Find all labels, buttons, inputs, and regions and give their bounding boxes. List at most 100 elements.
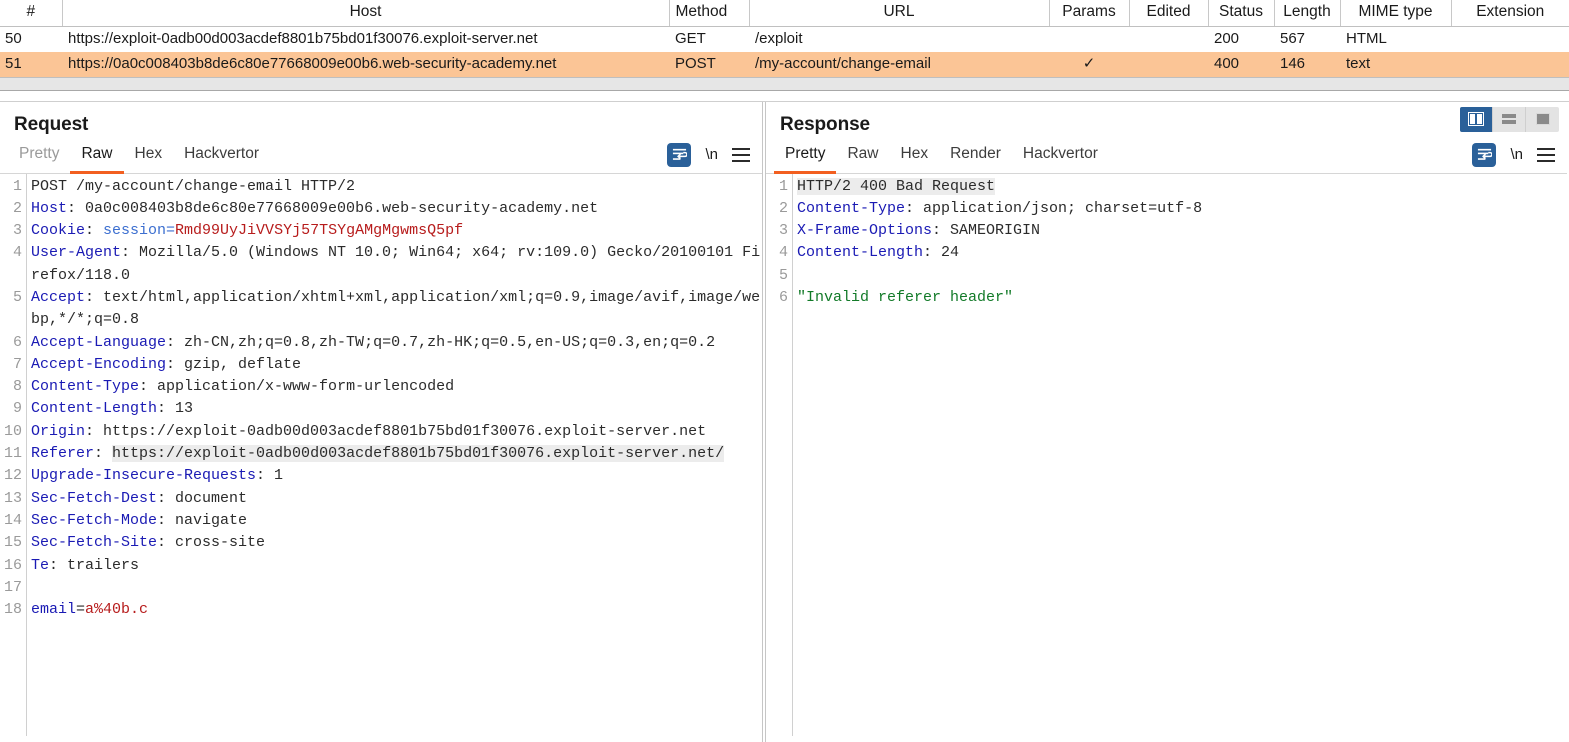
request-newline-icon[interactable]: \n <box>705 146 718 163</box>
request-response-split: Request Pretty Raw Hex Hackvertor <box>0 102 1569 742</box>
cell-url: /exploit <box>749 27 1049 52</box>
code-line: Accept-Encoding: gzip, deflate <box>31 354 762 376</box>
cell-host: https://0a0c008403b8de6c80e77668009e00b6… <box>62 52 669 77</box>
cell-edited <box>1129 27 1208 52</box>
column-header-length[interactable]: Length <box>1274 0 1340 27</box>
line-number: 7 <box>0 354 22 376</box>
layout-single-pane-button[interactable] <box>1526 107 1559 132</box>
request-body-text[interactable]: POST /my-account/change-email HTTP/2Host… <box>27 174 762 736</box>
code-line: email=a%40b.c <box>31 599 762 621</box>
code-line: HTTP/2 400 Bad Request <box>797 176 1567 198</box>
horizontal-scrollbar[interactable] <box>0 77 1569 91</box>
column-header-host[interactable]: Host <box>62 0 669 27</box>
code-line: Content-Type: application/x-www-form-url… <box>31 376 762 398</box>
response-word-wrap-icon[interactable] <box>1472 143 1496 167</box>
column-header-status[interactable]: Status <box>1208 0 1274 27</box>
code-line <box>31 577 762 599</box>
tab-response-hex[interactable]: Hex <box>890 141 940 174</box>
line-number: 1 <box>766 176 788 198</box>
proxy-history-table-container: # Host Method URL Params Edited Status L… <box>0 0 1569 102</box>
code-line: Sec-Fetch-Mode: navigate <box>31 510 762 532</box>
request-code-viewer[interactable]: 123456789101112131415161718 POST /my-acc… <box>0 174 762 736</box>
tab-response-hackvertor[interactable]: Hackvertor <box>1012 141 1109 174</box>
cell-status: 400 <box>1208 52 1274 77</box>
request-toolbar: \n <box>667 143 762 173</box>
table-row[interactable]: 51 https://0a0c008403b8de6c80e77668009e0… <box>0 52 1569 77</box>
line-number: 17 <box>0 577 22 599</box>
cell-extension <box>1451 52 1569 77</box>
tab-response-raw[interactable]: Raw <box>836 141 889 174</box>
line-number <box>0 265 22 287</box>
cell-length: 567 <box>1274 27 1340 52</box>
code-line: User-Agent: Mozilla/5.0 (Windows NT 10.0… <box>31 242 762 287</box>
code-line: Referer: https://exploit-0adb00d003acdef… <box>31 443 762 465</box>
tab-response-pretty[interactable]: Pretty <box>774 141 836 174</box>
request-word-wrap-icon[interactable] <box>667 143 691 167</box>
tab-request-raw[interactable]: Raw <box>70 141 123 174</box>
response-code-viewer[interactable]: 123456 HTTP/2 400 Bad RequestContent-Typ… <box>766 174 1567 736</box>
request-line-numbers: 123456789101112131415161718 <box>0 174 27 736</box>
code-line: Accept-Language: zh-CN,zh;q=0.8,zh-TW;q=… <box>31 332 762 354</box>
line-number: 12 <box>0 465 22 487</box>
line-number: 13 <box>0 488 22 510</box>
tab-request-hex[interactable]: Hex <box>124 141 174 174</box>
response-menu-icon[interactable] <box>1537 148 1555 162</box>
column-header-url[interactable]: URL <box>749 0 1049 27</box>
code-line: Cookie: session=Rmd99UyJiVVSYj57TSYgAMgM… <box>31 220 762 242</box>
code-line: POST /my-account/change-email HTTP/2 <box>31 176 762 198</box>
request-title: Request <box>0 102 762 136</box>
column-header-edited[interactable]: Edited <box>1129 0 1208 27</box>
response-toolbar: \n <box>1472 143 1567 173</box>
line-number: 14 <box>0 510 22 532</box>
tab-response-render[interactable]: Render <box>939 141 1012 174</box>
column-header-index[interactable]: # <box>0 0 62 27</box>
line-number: 2 <box>0 198 22 220</box>
response-pane: Response Pretty Raw Hex Render Hackverto… <box>766 102 1567 742</box>
line-number: 1 <box>0 176 22 198</box>
line-number: 5 <box>0 287 22 309</box>
line-number: 6 <box>766 287 788 309</box>
code-line: Upgrade-Insecure-Requests: 1 <box>31 465 762 487</box>
code-line: Content-Type: application/json; charset=… <box>797 198 1567 220</box>
request-menu-icon[interactable] <box>732 148 750 162</box>
layout-vertical-split-button[interactable] <box>1460 107 1493 132</box>
panel-separator <box>0 91 1569 102</box>
response-newline-icon[interactable]: \n <box>1510 146 1523 163</box>
line-number: 4 <box>766 242 788 264</box>
code-line <box>797 265 1567 287</box>
cell-method: POST <box>669 52 749 77</box>
line-number: 15 <box>0 532 22 554</box>
cell-index: 51 <box>0 52 62 77</box>
code-line: Origin: https://exploit-0adb00d003acdef8… <box>31 421 762 443</box>
response-body-text[interactable]: HTTP/2 400 Bad RequestContent-Type: appl… <box>793 174 1567 736</box>
cell-mime: HTML <box>1340 27 1451 52</box>
line-number <box>0 309 22 331</box>
cell-method: GET <box>669 27 749 52</box>
cell-edited <box>1129 52 1208 77</box>
cell-mime: text <box>1340 52 1451 77</box>
proxy-history-table[interactable]: # Host Method URL Params Edited Status L… <box>0 0 1569 77</box>
request-tabs: Pretty Raw Hex Hackvertor <box>0 136 762 174</box>
column-header-params[interactable]: Params <box>1049 0 1129 27</box>
code-line: Content-Length: 24 <box>797 242 1567 264</box>
layout-horizontal-split-button[interactable] <box>1493 107 1526 132</box>
response-title: Response <box>766 102 1567 136</box>
cell-params <box>1049 27 1129 52</box>
tab-request-pretty[interactable]: Pretty <box>8 141 70 174</box>
layout-toggle-group <box>1460 107 1559 132</box>
cell-status: 200 <box>1208 27 1274 52</box>
code-line: "Invalid referer header" <box>797 287 1567 309</box>
code-line: Host: 0a0c008403b8de6c80e77668009e00b6.w… <box>31 198 762 220</box>
column-header-mime[interactable]: MIME type <box>1340 0 1451 27</box>
code-line: X-Frame-Options: SAMEORIGIN <box>797 220 1567 242</box>
column-header-method[interactable]: Method <box>669 0 749 27</box>
line-number: 5 <box>766 265 788 287</box>
line-number: 9 <box>0 398 22 420</box>
response-line-numbers: 123456 <box>766 174 793 736</box>
tab-request-hackvertor[interactable]: Hackvertor <box>173 141 270 174</box>
cell-params-checkmark: ✓ <box>1049 52 1129 77</box>
table-body: 50 https://exploit-0adb00d003acdef8801b7… <box>0 27 1569 77</box>
table-row[interactable]: 50 https://exploit-0adb00d003acdef8801b7… <box>0 27 1569 52</box>
line-number: 8 <box>0 376 22 398</box>
column-header-extension[interactable]: Extension <box>1451 0 1569 27</box>
